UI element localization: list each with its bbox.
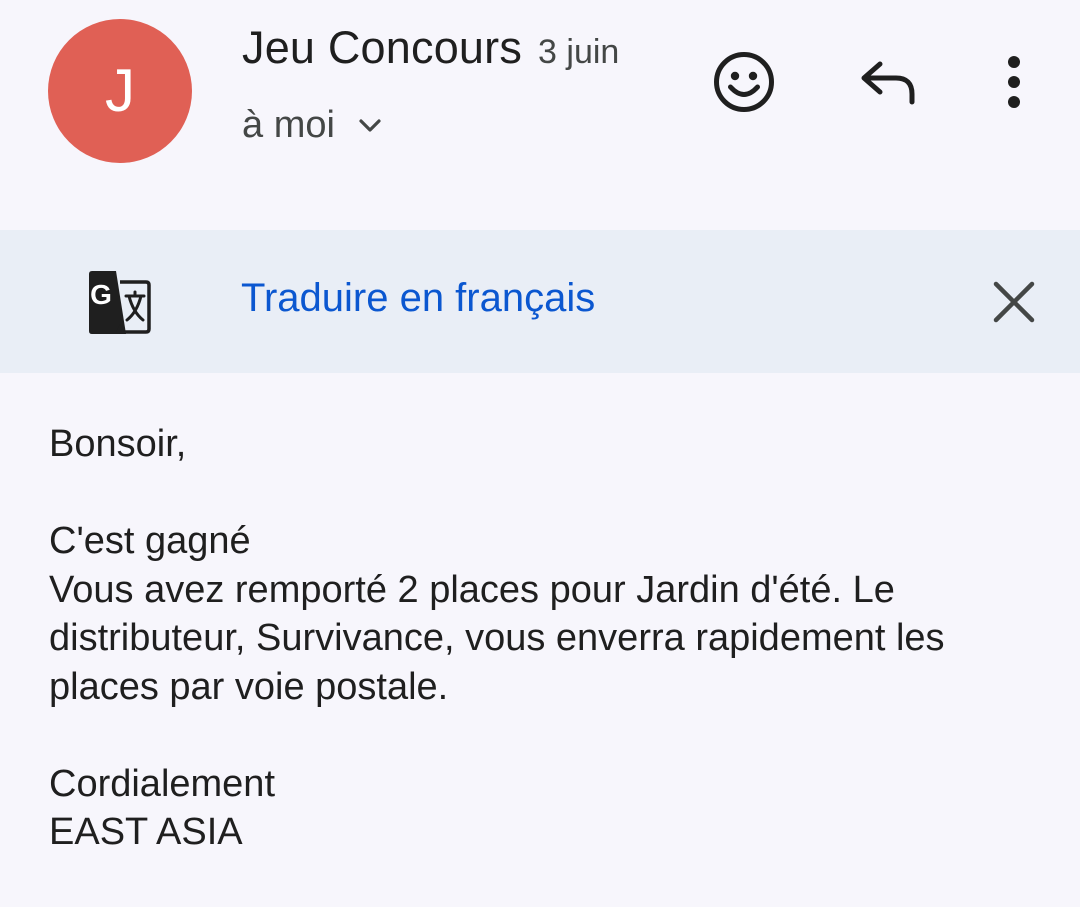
sender-avatar[interactable]: J <box>48 19 192 163</box>
chevron-down-icon <box>359 118 381 132</box>
message-greeting: Bonsoir, <box>49 423 187 465</box>
add-reaction-button[interactable] <box>706 44 782 120</box>
translate-banner: G Traduire en français <box>0 230 1080 373</box>
reply-icon <box>861 61 915 105</box>
translate-link[interactable]: Traduire en français <box>241 276 595 321</box>
sender-name: Jeu Concours <box>242 22 523 73</box>
message-paragraph: Vous avez remporté 2 places pour Jardin … <box>49 568 945 708</box>
svg-text:G: G <box>90 279 112 310</box>
recipient-text: à moi <box>242 104 335 146</box>
close-icon <box>993 281 1035 323</box>
sender-line: Jeu Concours 3 juin <box>242 22 619 74</box>
email-view: J Jeu Concours 3 juin à moi G Traduire e… <box>0 0 1080 907</box>
google-translate-icon: G <box>89 271 151 334</box>
reply-button[interactable] <box>850 44 926 120</box>
email-header: J Jeu Concours 3 juin à moi <box>0 0 1080 230</box>
email-date: 3 juin <box>538 33 620 71</box>
message-body: Bonsoir, C'est gagné Vous avez remporté … <box>49 420 1049 857</box>
message-line: C'est gagné <box>49 520 251 562</box>
recipient-details-toggle[interactable]: à moi <box>242 104 385 147</box>
more-vertical-icon <box>1008 56 1020 108</box>
close-translate-button[interactable] <box>984 272 1044 332</box>
message-signature: EAST ASIA <box>49 811 243 853</box>
avatar-letter: J <box>105 57 135 124</box>
more-options-button[interactable] <box>990 44 1038 120</box>
message-closing: Cordialement <box>49 762 275 805</box>
smiley-icon <box>714 52 774 112</box>
